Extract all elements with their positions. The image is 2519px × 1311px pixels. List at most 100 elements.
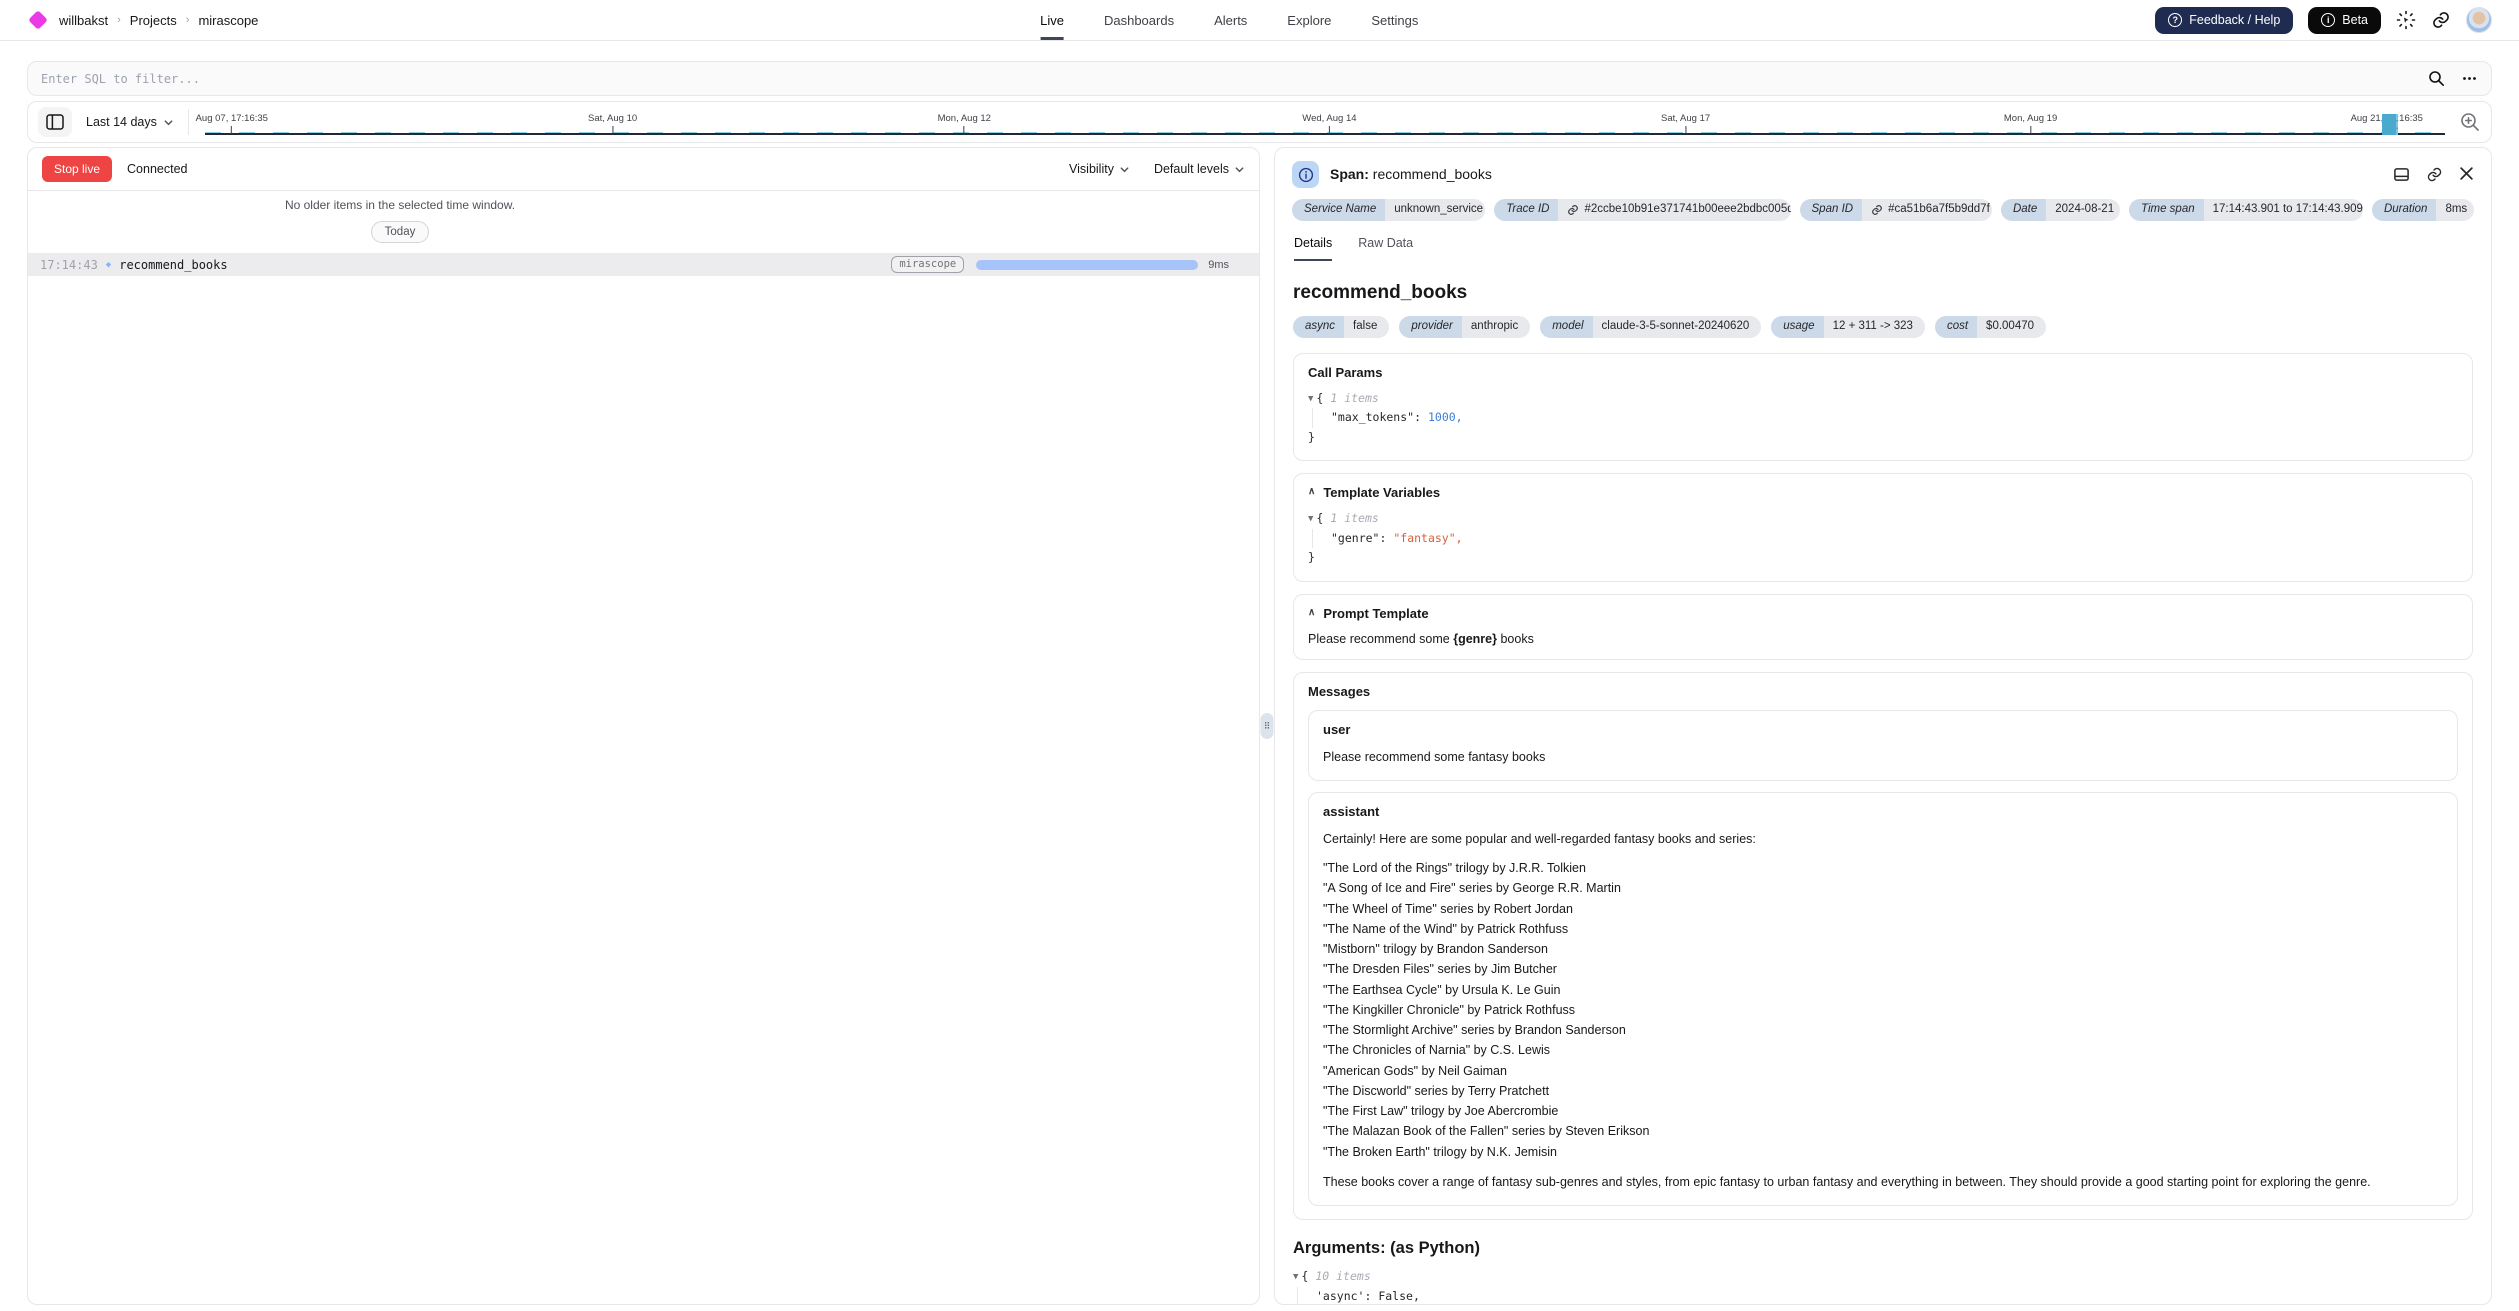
live-log-panel: Stop live Connected Visibility Default l… <box>27 147 1260 1305</box>
book-item: "The Kingkiller Chronicle" by Patrick Ro… <box>1323 1000 2443 1020</box>
default-levels-dropdown[interactable]: Default levels <box>1154 162 1245 176</box>
nav-tab-settings[interactable]: Settings <box>1371 0 1418 40</box>
chevron-up-icon: ∧ <box>1308 486 1315 497</box>
copy-link-icon[interactable] <box>2426 166 2443 183</box>
duration-bar <box>976 260 1198 270</box>
info-circle-icon: i <box>2321 13 2335 27</box>
span-details-body: recommend_books async false provider ant… <box>1275 261 2491 1305</box>
tab-raw-data[interactable]: Raw Data <box>1358 236 1413 261</box>
timeline-bar: Last 14 days Aug 07, 17:16:35 Sat, Aug 1… <box>27 101 2492 143</box>
nav-tab-dashboards[interactable]: Dashboards <box>1104 0 1174 40</box>
sql-filter-input[interactable] <box>41 72 2428 86</box>
meta-time-span: Time span 17:14:43.901 to 17:14:43.909 <box>2129 199 2363 221</box>
span-header: Span: recommend_books <box>1275 148 2491 194</box>
book-item: "The Chronicles of Narnia" by C.S. Lewis <box>1323 1040 2443 1060</box>
empty-window-message: No older items in the selected time wind… <box>28 198 772 212</box>
assistant-message-card: assistant Certainly! Here are some popul… <box>1308 792 2458 1206</box>
chevron-down-icon <box>163 117 174 128</box>
more-options-icon[interactable] <box>2461 70 2478 87</box>
sql-filter-box <box>27 61 2492 96</box>
breadcrumb-org[interactable]: willbakst <box>59 13 108 28</box>
book-item: "The Discworld" series by Terry Pratchet… <box>1323 1081 2443 1101</box>
call-params-card: Call Params ▼{1 items "max_tokens": 1000… <box>1293 353 2473 462</box>
span-tabs: Details Raw Data <box>1275 233 2491 261</box>
collapse-chevron-icon[interactable]: ▼ <box>1308 512 1313 527</box>
question-circle-icon: ? <box>2168 13 2182 27</box>
time-range-label: Last 14 days <box>86 115 157 129</box>
visibility-dropdown[interactable]: Visibility <box>1069 162 1130 176</box>
user-message-text: Please recommend some fantasy books <box>1323 747 2443 767</box>
book-item: "A Song of Ice and Fire" series by Georg… <box>1323 878 2443 898</box>
book-item: "American Gods" by Neil Gaiman <box>1323 1061 2443 1081</box>
meta-trace-id[interactable]: Trace ID #2ccbe10b91e371741b00eee2bdbc00… <box>1494 199 1790 221</box>
link-icon <box>1871 204 1883 216</box>
badge-usage: usage 12 + 311 -> 323 <box>1771 316 1925 338</box>
chevron-right-icon: › <box>186 14 190 26</box>
chevron-right-icon: › <box>117 14 121 26</box>
breadcrumb-projects[interactable]: Projects <box>130 13 177 28</box>
time-range-select[interactable]: Last 14 days <box>86 115 174 129</box>
span-info-icon <box>1292 161 1319 188</box>
book-item: "The Stormlight Archive" series by Brand… <box>1323 1020 2443 1040</box>
log-timestamp: 17:14:43 <box>40 258 98 272</box>
nav-tab-alerts[interactable]: Alerts <box>1214 0 1247 40</box>
search-icon[interactable] <box>2428 70 2445 87</box>
book-item: "Mistborn" trilogy by Brandon Sanderson <box>1323 939 2443 959</box>
nav-tab-live[interactable]: Live <box>1040 0 1064 40</box>
message-role: assistant <box>1323 804 2443 819</box>
chevron-down-icon <box>1119 164 1130 175</box>
book-item: "The Malazan Book of the Fallen" series … <box>1323 1121 2443 1141</box>
share-link-icon[interactable] <box>2431 10 2451 30</box>
close-icon[interactable] <box>2459 166 2474 183</box>
breadcrumb-project[interactable]: mirascope <box>198 13 258 28</box>
live-toolbar: Stop live Connected Visibility Default l… <box>28 148 1259 191</box>
meta-span-id[interactable]: Span ID #ca51b6a7f5b9dd7f <box>1800 199 1992 221</box>
sidebar-toggle-icon[interactable] <box>38 107 72 137</box>
meta-duration: Duration 8ms <box>2372 199 2474 221</box>
timeline-track[interactable]: Aug 07, 17:16:35 Sat, Aug 10 Mon, Aug 12… <box>205 102 2445 142</box>
theme-toggle-icon[interactable] <box>2396 10 2416 30</box>
prompt-template-text: Please recommend some {genre} books <box>1308 632 2458 646</box>
panel-resize-divider[interactable]: ⠿ <box>1260 147 1274 1305</box>
user-avatar[interactable] <box>2466 7 2492 33</box>
template-variables-title[interactable]: ∧ Template Variables <box>1308 485 2458 500</box>
breadcrumb: willbakst › Projects › mirascope <box>27 13 258 28</box>
zoom-in-icon[interactable] <box>2459 111 2481 133</box>
today-badge[interactable]: Today <box>371 221 430 243</box>
user-message-card: user Please recommend some fantasy books <box>1308 710 2458 781</box>
topbar: willbakst › Projects › mirascope Live Da… <box>0 0 2519 41</box>
template-variables-card: ∧ Template Variables ▼{1 items "genre": … <box>1293 473 2473 582</box>
stop-live-button[interactable]: Stop live <box>42 156 112 182</box>
arguments-python: ▼{10 items 'async': False, 'model': 'cla… <box>1293 1267 2473 1305</box>
log-span-name: recommend_books <box>119 258 227 272</box>
feedback-help-label: Feedback / Help <box>2189 13 2280 27</box>
feedback-help-button[interactable]: ? Feedback / Help <box>2155 7 2293 34</box>
prompt-template-title[interactable]: ∧ Prompt Template <box>1308 606 2458 621</box>
meta-service-name: Service Name unknown_service <box>1292 199 1485 221</box>
template-variable-token: {genre} <box>1453 632 1497 646</box>
span-title-value: recommend_books <box>1373 166 1492 182</box>
beta-label: Beta <box>2342 13 2368 27</box>
layout-rows-icon[interactable] <box>2393 166 2410 183</box>
book-item: "The Lord of the Rings" trilogy by J.R.R… <box>1323 858 2443 878</box>
log-row-recommend-books[interactable]: 17:14:43 ◆ recommend_books mirascope 9ms <box>28 253 1259 276</box>
timeline-selection[interactable] <box>2382 114 2398 135</box>
span-meta-row: Service Name unknown_service Trace ID #2… <box>1275 194 2491 233</box>
timeline-tick: Aug 07, 17:16:35 <box>196 113 268 134</box>
span-badges: async false provider anthropic model cla… <box>1293 316 2473 338</box>
collapse-chevron-icon[interactable]: ▼ <box>1308 392 1313 407</box>
book-item: "The Dresden Files" series by Jim Butche… <box>1323 959 2443 979</box>
resize-grip-icon[interactable]: ⠿ <box>1261 713 1274 739</box>
badge-async: async false <box>1293 316 1389 338</box>
live-log-list: No older items in the selected time wind… <box>28 191 1259 276</box>
book-item: "The Broken Earth" trilogy by N.K. Jemis… <box>1323 1142 2443 1162</box>
span-heading: recommend_books <box>1293 282 2473 304</box>
brand-logo-icon[interactable] <box>28 10 48 30</box>
tab-details[interactable]: Details <box>1294 236 1332 261</box>
collapse-chevron-icon[interactable]: ▼ <box>1293 1270 1298 1285</box>
nav-tab-explore[interactable]: Explore <box>1287 0 1331 40</box>
book-item: "The First Law" trilogy by Joe Abercromb… <box>1323 1101 2443 1121</box>
timeline-tick: Mon, Aug 19 <box>2004 113 2057 134</box>
beta-button[interactable]: i Beta <box>2308 7 2381 34</box>
timeline-tick: Sat, Aug 10 <box>588 113 637 134</box>
